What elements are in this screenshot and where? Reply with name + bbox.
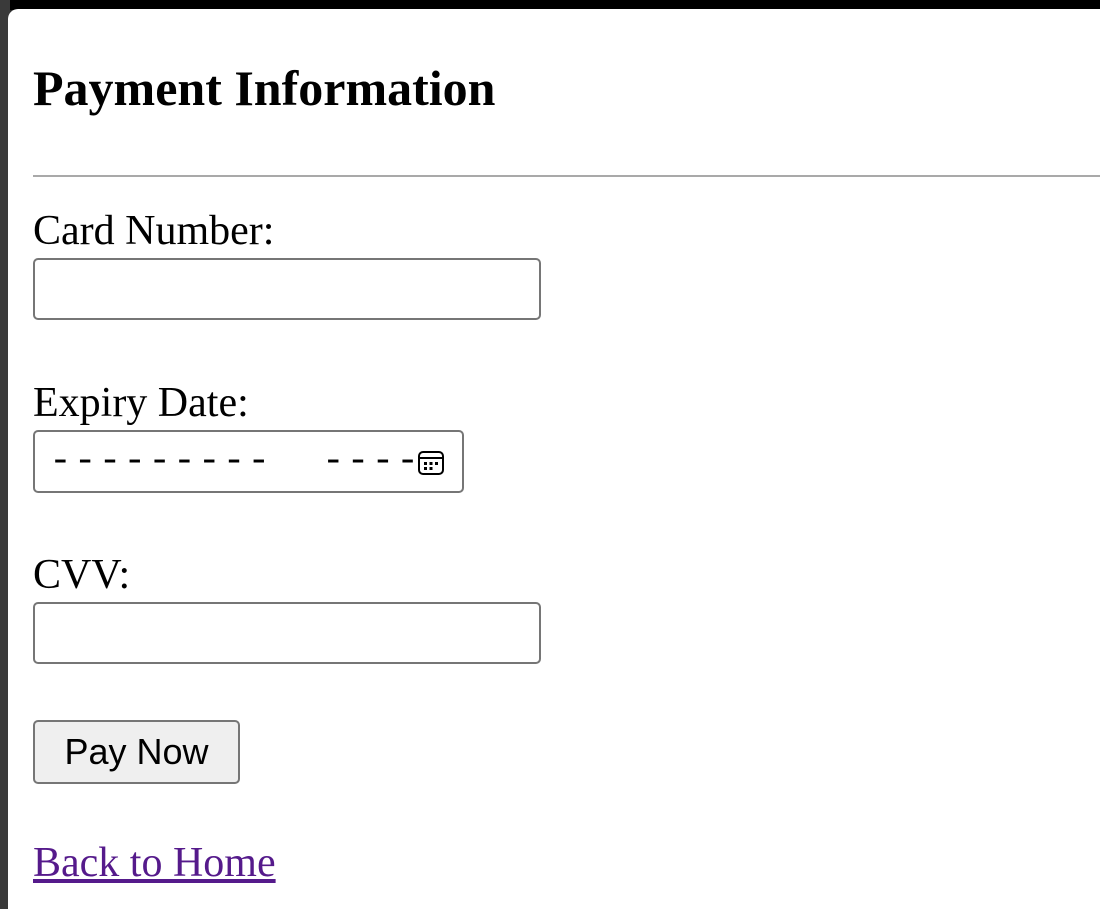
pay-now-button[interactable]: Pay Now [33,720,240,784]
payment-page: Payment Information Card Number: Expiry … [8,9,1100,909]
cvv-input[interactable] [33,602,541,664]
calendar-icon[interactable] [415,447,447,479]
page-title: Payment Information [33,60,496,116]
cvv-label: CVV: [33,552,131,598]
card-number-input[interactable] [33,258,541,320]
back-to-home-link[interactable]: Back to Home [33,839,276,887]
expiry-date-mask: --------- ---- [49,440,422,483]
card-number-label: Card Number: [33,208,275,254]
expiry-date-label: Expiry Date: [33,380,249,426]
horizontal-rule [33,175,1100,177]
expiry-date-input[interactable]: --------- ---- [33,430,464,493]
